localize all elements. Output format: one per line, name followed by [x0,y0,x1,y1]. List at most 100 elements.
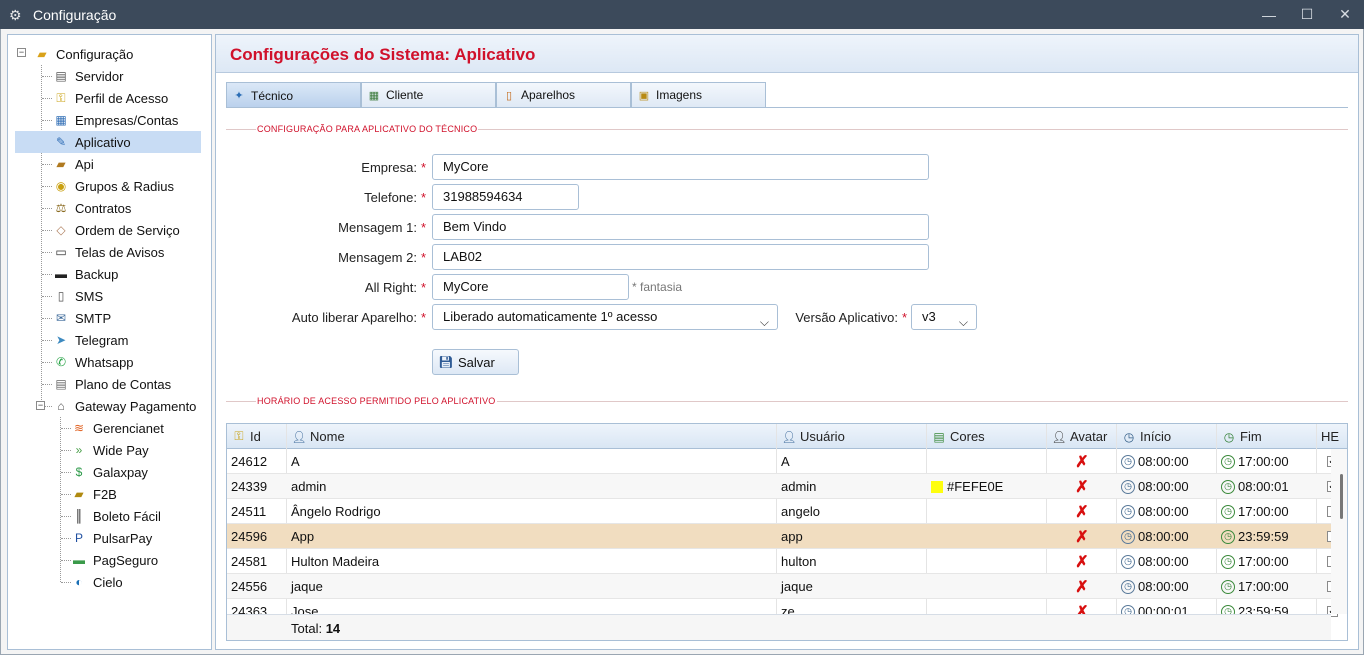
close-button[interactable]: ✕ [1326,0,1364,29]
cell-cores: #FEFE0E [927,474,1047,499]
tree-label: SMTP [75,310,112,326]
access-hours-grid[interactable]: ⚿ Id 👤︎ Nome 👤︎ Usuário ▤ Cores 👤︎ Avatar ◷ In… [226,423,1348,641]
tab-aparelhos[interactable]: ▯ Aparelhos [496,82,631,107]
tab-cliente[interactable]: ▦ Cliente [361,82,496,107]
tree-guide [60,417,61,582]
sidebar-item-perfil-de-acesso[interactable]: ⚿ Perfil de Acesso [53,87,168,109]
mensagem2-label: Mensagem 2: * [338,250,426,265]
telefone-input[interactable]: 31988594634 [432,184,579,210]
clock-icon: ◷ [1221,504,1235,519]
table-row[interactable]: 24612AA✗◷08:00:00◷17:00:00✓ [227,449,1338,474]
sidebar-gateway-f2b[interactable]: ▰ F2B [71,483,116,505]
table-row[interactable]: 24511 Ângelo Rodrigo angelo ✗ ◷ 08:00:00 ◷ 17:0… [227,499,1338,524]
column-usuario[interactable]: 👤︎ Usuário [777,424,927,449]
grid-scrollbar[interactable] [1331,449,1347,614]
versao-select[interactable]: v3 ⌵ [911,304,977,330]
sidebar-item-empresas-contas[interactable]: ▦ Empresas/Contas [53,109,178,131]
table-row[interactable]: 24596 App app ✗ ◷ 08:00:00 ◷ 23:59:59 [227,524,1338,549]
tree-label: Wide Pay [93,442,149,458]
no-avatar-icon[interactable]: ✗ [1075,527,1088,547]
sidebar-item-ordem-de-servi-o[interactable]: ◇ Ordem de Serviço [53,219,179,241]
no-avatar-icon[interactable]: ✗ [1075,502,1088,522]
tree-label: Plano de Contas [75,376,172,392]
sidebar-item-smtp[interactable]: ✉ SMTP [53,307,111,329]
no-avatar-icon[interactable]: ✗ [1075,577,1088,597]
minimize-button[interactable]: — [1250,0,1288,29]
tree-label: Boleto Fácil [93,508,161,524]
sidebar-item-grupos-radius[interactable]: ◉ Grupos & Radius [53,175,174,197]
grid-scroll-thumb[interactable] [1340,474,1343,519]
tree-guide [42,186,52,187]
column-id[interactable]: ⚿ Id [227,424,287,449]
sidebar-gateway-pulsarpay[interactable]: P PulsarPay [71,527,152,549]
no-avatar-icon[interactable]: ✗ [1075,477,1088,497]
collapse-toggle[interactable]: − [36,401,45,410]
sidebar-item-whatsapp[interactable]: ✆ Whatsapp [53,351,134,373]
pulsarpay-icon: P [74,531,83,545]
cell-inicio: ◷ 08:00:00 [1117,549,1217,574]
cell-id: 24596 [231,529,268,544]
sidebar-gateway-galaxpay[interactable]: $ Galaxpay [71,461,148,483]
table-row[interactable]: 24581 Hulton Madeira hulton ✗ ◷ 08:00:00 ◷ 17:0… [227,549,1338,574]
empresa-input[interactable]: MyCore [432,154,929,180]
column-cores[interactable]: ▤ Cores [927,424,1047,449]
tree-guide [61,494,71,495]
sidebar-item-api[interactable]: ▰ Api [53,153,93,175]
tree-guide [61,516,71,517]
no-avatar-icon[interactable]: ✗ [1075,552,1088,572]
column-nome[interactable]: 👤︎ Nome [287,424,777,449]
column-inicio[interactable]: ◷ Início [1117,424,1217,449]
clock-icon: ◷ [1221,579,1235,594]
tree-guide [61,450,71,451]
save-button[interactable]: 💾︎ Salvar [432,349,519,375]
collapse-toggle[interactable]: − [17,48,26,57]
sidebar-item-gateway-pagamento[interactable]: ⌂ Gateway Pagamento [53,395,196,417]
building-icon: ▦ [55,113,67,127]
mensagem2-input[interactable]: LAB02 [432,244,929,270]
tree-root-configuracao[interactable]: ▰ Configuração [34,43,133,65]
tree-label: Whatsapp [75,354,134,370]
sidebar-gateway-pagseguro[interactable]: ▬ PagSeguro [71,549,158,571]
main-header: Configurações do Sistema: Aplicativo [216,35,1358,73]
tree-guide [42,76,52,77]
cell-fim: ◷ 23:59:59 [1217,524,1317,549]
cell-inicio: ◷ 08:00:00 [1117,574,1217,599]
tree-guide [61,560,71,561]
sidebar-gateway-gerencianet[interactable]: ≋ Gerencianet [71,417,164,439]
sidebar-item-plano-de-contas[interactable]: ▤ Plano de Contas [53,373,171,395]
save-label: Salvar [458,354,495,370]
no-avatar-icon[interactable]: ✗ [1075,452,1088,472]
mensagem1-input[interactable]: Bem Vindo [432,214,929,240]
sidebar-item-sms[interactable]: ▯ SMS [53,285,103,307]
column-fim[interactable]: ◷ Fim [1217,424,1317,449]
sidebar-gateway-cielo[interactable]: ◐ Cielo [71,571,122,593]
table-row[interactable]: 24339 admin admin #FEFE0E ✗ ◷ 08:00:00 ◷ 08:00:0… [227,474,1338,499]
cell-fim: ◷ 08:00:01 [1217,474,1317,499]
cell-avatar: ✗ [1047,524,1117,549]
cell-avatar: ✗ [1047,549,1117,574]
tree-label: Aplicativo [75,134,131,150]
cell-inicio: ◷ 08:00:00 [1117,449,1217,474]
section-label: CONFIGURAÇÃO PARA APLICATIVO DO TÉCNICO [256,124,479,134]
f2b-icon: ▰ [74,487,84,501]
sidebar-gateway-boleto-f-cil[interactable]: ║ Boleto Fácil [71,505,161,527]
sidebar-tree[interactable]: − ▰ Configuração ▤ Servidor ⚿ Perfil de Acesso… [7,34,212,650]
sidebar-item-contratos[interactable]: ⚖ Contratos [53,197,132,219]
allright-input[interactable]: MyCore [432,274,629,300]
sidebar-item-aplicativo[interactable]: ✎ Aplicativo [15,131,201,153]
clock-icon: ◷ [1121,554,1135,569]
auto-liberar-select[interactable]: Liberado automaticamente 1º acesso ⌵ [432,304,778,330]
sidebar-item-servidor[interactable]: ▤ Servidor [53,65,123,87]
tab-imagens[interactable]: ▣ Imagens [631,82,766,107]
column-he[interactable]: HE [1317,424,1347,449]
tab-tecnico[interactable]: ✦ Técnico [226,82,361,108]
sidebar-item-telegram[interactable]: ➤ Telegram [53,329,129,351]
sidebar-item-backup[interactable]: ▬ Backup [53,263,118,285]
sidebar-item-telas-de-avisos[interactable]: ▭ Telas de Avisos [53,241,164,263]
maximize-button[interactable]: ☐ [1288,0,1326,29]
cell-nome: Hulton Madeira [291,554,380,569]
sidebar-gateway-wide-pay[interactable]: » Wide Pay [71,439,149,461]
table-row[interactable]: 24556 jaque jaque ✗ ◷ 08:00:00 ◷ 17:00:00 [227,574,1338,599]
tab-label: Técnico [251,88,294,103]
column-avatar[interactable]: 👤︎ Avatar [1047,424,1117,449]
